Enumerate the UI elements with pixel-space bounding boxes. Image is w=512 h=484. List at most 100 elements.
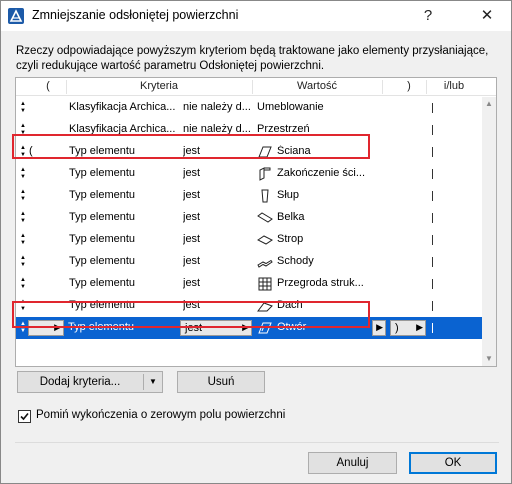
close-paren-cell[interactable]	[396, 277, 416, 291]
scroll-down-icon[interactable]: ▼	[482, 352, 496, 366]
operator-cell[interactable]: jest	[183, 189, 253, 203]
close-paren-select-text: )	[395, 322, 399, 334]
operator-cell[interactable]: jest	[183, 277, 253, 291]
open-paren-cell[interactable]	[29, 189, 41, 203]
drag-handle-icon[interactable]: ▲ ▼	[19, 277, 27, 291]
value-cell[interactable]: Umeblowanie	[257, 101, 381, 115]
skip-zero-area-label[interactable]: Pomiń wykończenia o zerowym polu powierz…	[36, 409, 285, 421]
and-or-marker[interactable]	[432, 103, 433, 113]
table-row[interactable]: ▲ ▼ Klasyfikacja Archica... nie należy d...…	[16, 97, 482, 119]
archicad-app-icon	[8, 8, 24, 24]
open-paren-cell[interactable]	[29, 277, 41, 291]
close-paren-cell[interactable]	[396, 145, 416, 159]
drag-handle-icon[interactable]: ▲ ▼	[19, 211, 27, 225]
and-or-marker[interactable]	[432, 257, 433, 267]
stair-icon	[257, 259, 273, 268]
description-text: Rzeczy odpowiadające powyższym kryteriom…	[16, 44, 506, 74]
skip-zero-area-checkbox[interactable]	[18, 410, 31, 423]
value-cell[interactable]: Schody	[277, 255, 381, 269]
criterion-cell[interactable]: Typ elementu	[69, 255, 179, 269]
and-or-marker[interactable]	[432, 191, 433, 201]
close-paren-cell[interactable]	[396, 167, 416, 181]
scroll-up-icon[interactable]: ▲	[482, 97, 496, 111]
header-close-paren[interactable]: )	[394, 80, 424, 94]
value-cell[interactable]: Przegroda struk...	[277, 277, 381, 291]
vertical-scrollbar[interactable]: ▲ ▼	[482, 97, 496, 366]
and-or-marker[interactable]	[432, 235, 433, 245]
and-or-marker[interactable]	[432, 213, 433, 223]
highlight-frame-wall-row	[12, 134, 370, 159]
value-cell[interactable]: Słup	[277, 189, 381, 203]
table-row[interactable]: ▲ ▼ Typ elementu jest Przegroda struk...	[16, 273, 482, 295]
value-cell[interactable]: Zakończenie ści...	[277, 167, 381, 181]
open-paren-cell[interactable]	[29, 167, 41, 181]
criterion-cell[interactable]: Klasyfikacja Archica...	[69, 101, 179, 115]
open-paren-cell[interactable]	[29, 255, 41, 269]
column-icon	[261, 189, 269, 203]
header-open-paren[interactable]: (	[38, 80, 58, 94]
close-paren-cell[interactable]	[396, 299, 416, 313]
header-criteria[interactable]: Kryteria	[66, 80, 252, 94]
drag-handle-icon[interactable]: ▲ ▼	[19, 189, 27, 203]
dialog-window: Zmniejszanie odsłoniętej powierzchni ? ✕…	[0, 0, 512, 484]
criterion-cell[interactable]: Typ elementu	[69, 277, 179, 291]
value-cell[interactable]: Belka	[277, 211, 381, 225]
beam-icon	[257, 212, 273, 223]
chevron-down-icon[interactable]: ▼	[144, 372, 162, 392]
operator-cell[interactable]: jest	[183, 211, 253, 225]
close-paren-select[interactable]: ) ▶	[390, 320, 426, 336]
table-row[interactable]: ▲ ▼ Typ elementu jest Schody	[16, 251, 482, 273]
footer-divider	[15, 442, 499, 443]
drag-handle-icon[interactable]: ▲ ▼	[19, 167, 27, 181]
table-header: ( Kryteria Wartość ) i/lub	[16, 78, 496, 96]
value-cell[interactable]: Strop	[277, 233, 381, 247]
and-or-marker[interactable]	[432, 323, 433, 333]
close-paren-cell[interactable]	[396, 189, 416, 203]
close-paren-cell[interactable]	[396, 233, 416, 247]
table-row[interactable]: ▲ ▼ Typ elementu jest Zakończenie ści...	[16, 163, 482, 185]
close-paren-cell[interactable]	[396, 101, 416, 115]
description-line-1: Rzeczy odpowiadające powyższym kryteriom…	[16, 45, 489, 57]
chevron-right-icon: ▶	[376, 322, 383, 332]
checkmark-icon	[20, 412, 29, 421]
curtain-wall-icon	[258, 277, 272, 291]
and-or-marker[interactable]	[432, 147, 433, 157]
value-select-arrow[interactable]: ▶	[372, 320, 386, 336]
close-paren-cell[interactable]	[396, 255, 416, 269]
drag-handle-icon[interactable]: ▲ ▼	[19, 101, 27, 115]
table-row[interactable]: ▲ ▼ Typ elementu jest Strop	[16, 229, 482, 251]
criterion-cell[interactable]: Typ elementu	[69, 189, 179, 203]
cancel-button[interactable]: Anuluj	[308, 452, 397, 474]
drag-handle-icon[interactable]: ▲ ▼	[19, 255, 27, 269]
header-value[interactable]: Wartość	[252, 80, 382, 94]
and-or-marker[interactable]	[432, 279, 433, 289]
drag-handle-icon[interactable]: ▲ ▼	[19, 233, 27, 247]
slab-icon	[257, 235, 273, 245]
help-button[interactable]: ?	[416, 4, 440, 28]
chevron-right-icon: ▶	[416, 322, 423, 332]
and-or-marker[interactable]	[432, 301, 433, 311]
and-or-marker[interactable]	[432, 125, 433, 135]
title-bar: Zmniejszanie odsłoniętej powierzchni ? ✕	[1, 1, 511, 31]
table-row[interactable]: ▲ ▼ Typ elementu jest Belka	[16, 207, 482, 229]
close-button[interactable]: ✕	[475, 4, 499, 28]
ok-button[interactable]: OK	[409, 452, 497, 474]
open-paren-cell[interactable]	[29, 101, 41, 115]
close-paren-cell[interactable]	[396, 211, 416, 225]
and-or-marker[interactable]	[432, 169, 433, 179]
criterion-cell[interactable]: Typ elementu	[69, 167, 179, 181]
criterion-cell[interactable]: Typ elementu	[69, 211, 179, 225]
header-and-or[interactable]: i/lub	[426, 80, 482, 94]
operator-cell[interactable]: jest	[183, 255, 253, 269]
table-row[interactable]: ▲ ▼ Typ elementu jest Słup	[16, 185, 482, 207]
close-paren-cell[interactable]	[396, 123, 416, 137]
criterion-cell[interactable]: Typ elementu	[69, 233, 179, 247]
operator-cell[interactable]: nie należy d...	[183, 101, 253, 115]
open-paren-cell[interactable]	[29, 233, 41, 247]
open-paren-cell[interactable]	[29, 211, 41, 225]
add-criteria-button[interactable]: Dodaj kryteria... ▼	[17, 371, 163, 393]
remove-button[interactable]: Usuń	[177, 371, 265, 393]
operator-cell[interactable]: jest	[183, 233, 253, 247]
add-criteria-label: Dodaj kryteria...	[39, 376, 121, 388]
operator-cell[interactable]: jest	[183, 167, 253, 181]
